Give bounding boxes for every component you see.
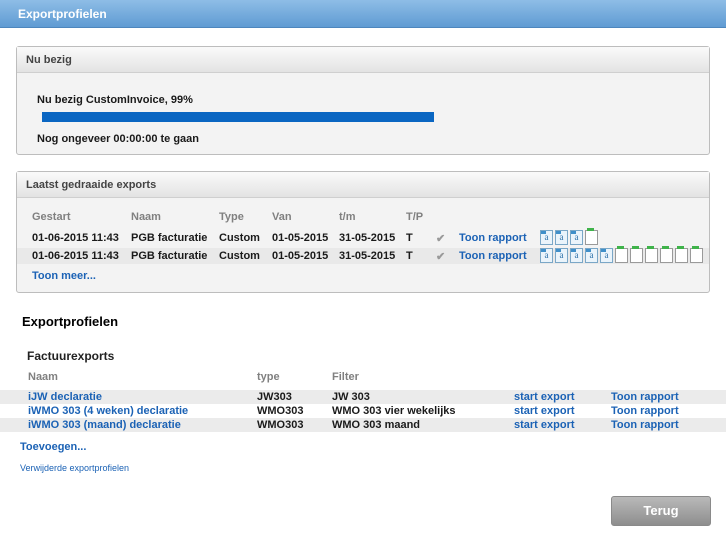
busy-panel: Nu bezig Nu bezig CustomInvoice, 99% Nog… [16,46,710,155]
file-icon[interactable]: a [570,248,583,263]
profile-name-link[interactable]: iWMO 303 (4 weken) declaratie [28,405,188,417]
file-icon[interactable]: a [570,230,583,245]
row-started: 01-06-2015 11:43 [32,250,119,262]
row-to: 31-05-2015 [339,232,396,244]
progress-bar [42,112,438,122]
start-export-link[interactable]: start export [514,391,575,403]
file-icon[interactable]: a [540,230,553,245]
profile-filter: JW 303 [332,391,370,403]
show-report-link[interactable]: Toon rapport [459,232,527,244]
show-report-link[interactable]: Toon rapport [459,250,527,262]
col-header-name: Naam [131,211,161,223]
blank-file-icon[interactable] [675,246,688,263]
show-report-link[interactable]: Toon rapport [611,405,679,417]
add-profile-link[interactable]: Toevoegen... [20,441,86,453]
col-header-tp: T/P [406,211,424,223]
col-header-started: Gestart [32,211,71,223]
row-name: PGB facturatie [131,232,208,244]
profile-type: WMO303 [257,419,304,431]
busy-remaining-text: Nog ongeveer 00:00:00 te gaan [37,133,200,145]
col-header-profile-type: type [257,371,280,383]
col-header-from: Van [272,211,292,223]
profile-name-link[interactable]: iJW declaratie [28,391,102,403]
profile-row: iWMO 303 (maand) declaratie WMO303 WMO 3… [0,418,726,432]
blank-file-icon[interactable] [585,228,598,245]
col-header-profile-name: Naam [28,371,58,383]
checkmark-icon: ✔ [436,251,446,263]
profile-name-link[interactable]: iWMO 303 (maand) declaratie [28,419,181,431]
blank-file-icon[interactable] [630,246,643,263]
file-icon[interactable]: a [540,248,553,263]
profiles-group-title: Factuurexports [27,349,115,363]
row-type: Custom [219,250,260,262]
start-export-link[interactable]: start export [514,419,575,431]
row-tp: T [406,232,413,244]
profile-type: WMO303 [257,405,304,417]
export-file-icons: aaaaa [540,246,705,264]
blank-file-icon[interactable] [645,246,658,263]
back-button[interactable]: Terug [611,496,711,526]
recent-exports-panel: Laatst gedraaide exports Gestart Naam Ty… [16,171,710,293]
row-from: 01-05-2015 [272,250,329,262]
show-more-link[interactable]: Toon meer... [32,270,96,282]
file-icon[interactable]: a [600,248,613,263]
show-report-link[interactable]: Toon rapport [611,391,679,403]
profile-filter: WMO 303 maand [332,419,421,431]
deleted-profiles-link[interactable]: Verwijderde exportprofielen [20,463,129,473]
recent-export-row: 01-06-2015 11:43 PGB facturatie Custom 0… [17,246,709,264]
busy-panel-heading: Nu bezig [17,47,709,73]
profile-row: iJW declaratie JW303 JW 303 start export… [0,390,726,404]
export-file-icons: aaa [540,228,600,246]
row-to: 31-05-2015 [339,250,396,262]
recent-export-row: 01-06-2015 11:43 PGB facturatie Custom 0… [17,228,709,246]
profile-filter: WMO 303 vier wekelijks [332,405,456,417]
profiles-title: Exportprofielen [22,314,119,329]
row-name: PGB facturatie [131,250,208,262]
start-export-link[interactable]: start export [514,405,575,417]
show-report-link[interactable]: Toon rapport [611,419,679,431]
row-type: Custom [219,232,260,244]
blank-file-icon[interactable] [690,246,703,263]
busy-status-text: Nu bezig CustomInvoice, 99% [37,94,193,106]
row-tp: T [406,250,413,262]
recent-exports-heading: Laatst gedraaide exports [17,172,709,198]
profile-type: JW303 [257,391,292,403]
col-header-to: t/m [339,211,356,223]
progress-bar-fill [42,112,435,122]
row-from: 01-05-2015 [272,232,329,244]
checkmark-icon: ✔ [436,233,446,245]
blank-file-icon[interactable] [615,246,628,263]
col-header-type: Type [219,211,244,223]
profile-row: iWMO 303 (4 weken) declaratie WMO303 WMO… [0,404,726,418]
file-icon[interactable]: a [585,248,598,263]
file-icon[interactable]: a [555,230,568,245]
blank-file-icon[interactable] [660,246,673,263]
col-header-profile-filter: Filter [332,371,359,383]
file-icon[interactable]: a [555,248,568,263]
window-title: Exportprofielen [0,0,726,28]
row-started: 01-06-2015 11:43 [32,232,119,244]
